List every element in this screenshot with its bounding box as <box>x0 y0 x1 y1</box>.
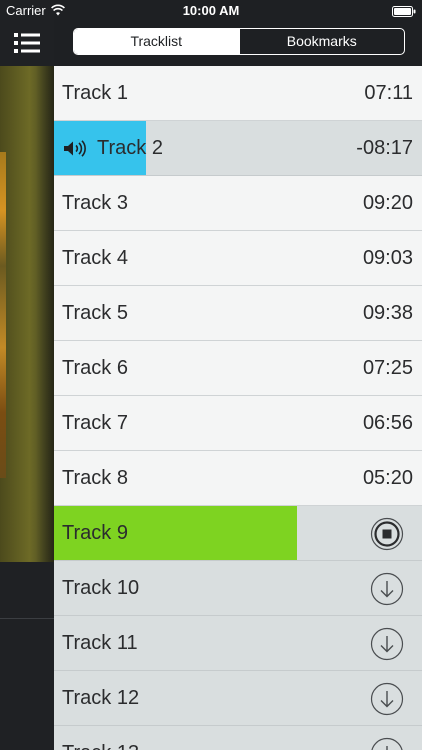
battery-full-icon <box>392 6 416 17</box>
track-title: Track 10 <box>62 577 140 599</box>
track-row[interactable]: Track 4 09:03 <box>54 231 422 286</box>
menu-button[interactable] <box>14 32 40 54</box>
track-row[interactable]: Track 5 09:38 <box>54 286 422 341</box>
list-menu-icon <box>14 33 40 53</box>
track-title: Track 3 <box>62 192 128 214</box>
cover-art[interactable] <box>0 66 54 562</box>
download-icon[interactable] <box>370 682 404 716</box>
download-icon[interactable] <box>370 737 404 750</box>
track-title: Track 12 <box>62 687 140 709</box>
track-title: Track 6 <box>62 357 128 379</box>
track-row[interactable]: Track 10 <box>54 561 422 616</box>
track-row[interactable]: Track 8 05:20 <box>54 451 422 506</box>
track-duration: 06:56 <box>362 412 413 434</box>
side-divider <box>0 618 54 619</box>
track-title: Track 8 <box>62 467 128 489</box>
track-row-downloading[interactable]: Track 9 <box>54 506 422 561</box>
tab-tracklist[interactable]: Tracklist <box>74 29 239 54</box>
track-duration: 09:03 <box>362 247 413 269</box>
track-row[interactable]: Track 13 <box>54 726 422 750</box>
track-title: Track 4 <box>62 247 128 269</box>
speaker-icon <box>64 140 86 157</box>
track-row-playing[interactable]: Track 2 -08:17 <box>54 121 422 176</box>
track-list: Track 1 07:11 Track 2 -08:17 Track 3 09:… <box>54 66 422 750</box>
track-title: Track 7 <box>62 412 128 434</box>
track-row[interactable]: Track 1 07:11 <box>54 66 422 121</box>
track-row[interactable]: Track 3 09:20 <box>54 176 422 231</box>
track-title: Track 1 <box>62 82 128 104</box>
download-icon[interactable] <box>370 627 404 661</box>
stop-download-icon[interactable] <box>370 517 404 551</box>
track-row[interactable]: Track 6 07:25 <box>54 341 422 396</box>
track-title: Track 9 <box>62 522 128 544</box>
track-duration: 09:20 <box>362 192 413 214</box>
track-duration: -08:17 <box>356 137 413 159</box>
track-row[interactable]: Track 7 06:56 <box>54 396 422 451</box>
status-bar: Carrier 10:00 AM <box>0 0 422 22</box>
track-duration: 09:38 <box>362 302 413 324</box>
track-row[interactable]: Track 11 <box>54 616 422 671</box>
cover-art-image <box>0 152 6 478</box>
track-duration: 05:20 <box>362 467 413 489</box>
tab-bookmarks[interactable]: Bookmarks <box>238 29 405 54</box>
track-title: Track 2 <box>97 137 163 159</box>
track-row[interactable]: Track 12 <box>54 671 422 726</box>
track-title: Track 5 <box>62 302 128 324</box>
track-title: Track 13 <box>62 726 139 750</box>
status-time: 10:00 AM <box>182 3 240 18</box>
download-icon[interactable] <box>370 572 404 606</box>
track-duration: 07:25 <box>362 357 413 379</box>
track-duration: 07:11 <box>364 82 413 104</box>
side-panel <box>0 0 54 750</box>
view-tabs: Tracklist Bookmarks <box>73 28 405 55</box>
track-title: Track 11 <box>62 632 138 654</box>
